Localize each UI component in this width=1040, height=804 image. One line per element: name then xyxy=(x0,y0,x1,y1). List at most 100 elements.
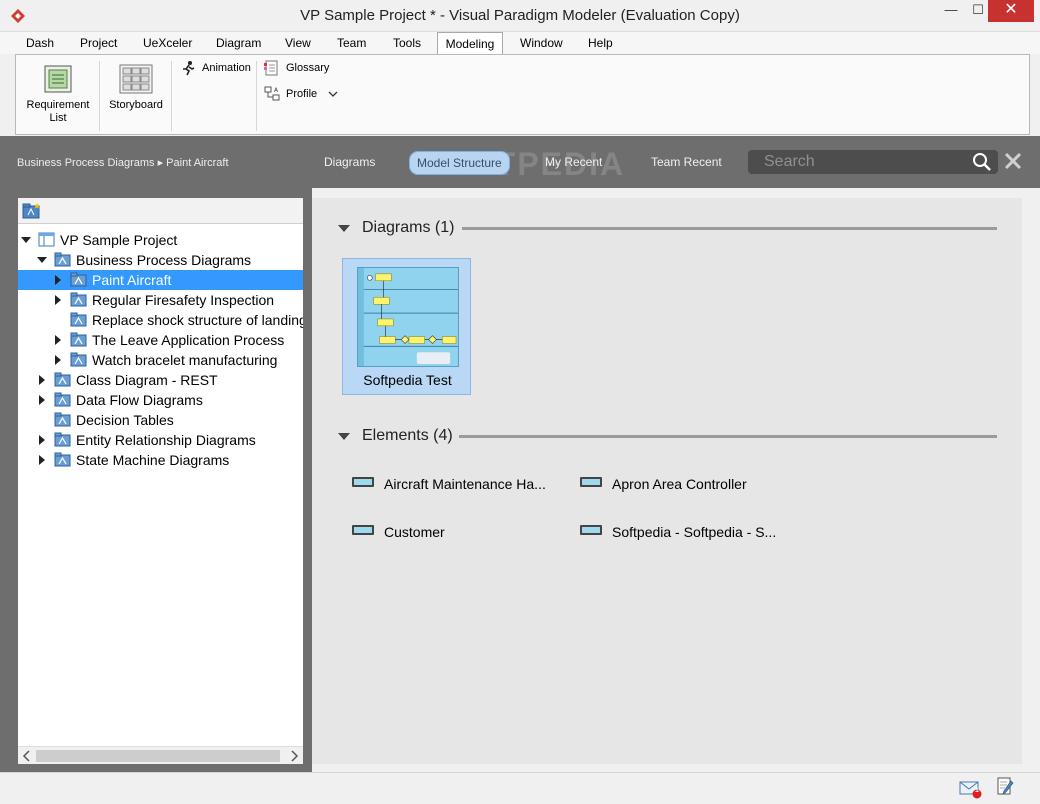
collapse-icon[interactable] xyxy=(338,225,350,232)
glossary-label: Glossary xyxy=(286,62,330,74)
profile-label: Profile xyxy=(286,88,318,100)
element-item[interactable]: Aircraft Maintenance Ha... xyxy=(352,474,546,494)
tree-item-label: Watch bracelet manufacturing xyxy=(92,352,278,368)
glossary-icon xyxy=(264,60,278,76)
new-folder-icon[interactable] xyxy=(22,202,42,220)
folder-diagram-icon xyxy=(54,452,71,467)
tree-item[interactable]: VP Sample Project xyxy=(18,230,303,250)
tree-item[interactable]: Entity Relationship Diagrams xyxy=(18,430,303,450)
notification-count: 1 xyxy=(975,787,979,794)
tab-diagrams[interactable]: Diagrams xyxy=(324,155,375,169)
collapse-icon[interactable] xyxy=(338,433,350,440)
collapsed-arrow-icon[interactable] xyxy=(55,295,61,305)
title-bar: VP Sample Project * - Visual Paradigm Mo… xyxy=(0,0,1040,32)
folder-diagram-icon xyxy=(70,352,87,367)
tree-item-label: Decision Tables xyxy=(76,412,174,428)
ribbon-tab-bar: Dash Project UeXceler Diagram View Team … xyxy=(0,32,1040,55)
scrollbar-thumb[interactable] xyxy=(36,750,280,762)
element-item[interactable]: Customer xyxy=(352,522,445,542)
elements-section-header[interactable]: Elements (4) xyxy=(338,427,453,445)
folder-diagram-icon xyxy=(70,292,87,307)
profile-icon: A xyxy=(264,86,280,101)
collapsed-arrow-icon[interactable] xyxy=(55,335,61,345)
tree-item-label: Replace shock structure of landing xyxy=(92,312,303,328)
tree-item-label: Paint Aircraft xyxy=(92,272,172,288)
tab-help[interactable]: Help xyxy=(584,32,617,54)
tab-diagram[interactable]: Diagram xyxy=(212,32,265,54)
edit-document-icon[interactable] xyxy=(996,777,1014,797)
tab-team-recent[interactable]: Team Recent xyxy=(651,155,722,169)
ribbon-divider xyxy=(99,61,100,131)
expanded-arrow-icon[interactable] xyxy=(37,257,47,263)
diagrams-section-header[interactable]: Diagrams (1) xyxy=(338,219,454,237)
collapsed-arrow-icon[interactable] xyxy=(39,435,45,445)
animation-button[interactable]: Animation xyxy=(180,59,251,77)
diagram-card[interactable]: Softpedia Test xyxy=(342,258,471,395)
collapsed-arrow-icon[interactable] xyxy=(39,375,45,385)
close-icon[interactable] xyxy=(1003,150,1023,172)
tab-dash[interactable]: Dash xyxy=(22,32,58,54)
tree-item[interactable]: State Machine Diagrams xyxy=(18,450,303,470)
tree-item[interactable]: Class Diagram - REST xyxy=(18,370,303,390)
expanded-arrow-icon[interactable] xyxy=(21,237,31,243)
tree-item[interactable]: Replace shock structure of landing xyxy=(18,310,303,330)
tree-item[interactable]: Watch bracelet manufacturing xyxy=(18,350,303,370)
glossary-button[interactable]: Glossary xyxy=(264,59,329,77)
model-structure-tree: VP Sample Project Business Process Diagra… xyxy=(18,224,303,746)
storyboard-label: Storyboard xyxy=(109,99,163,111)
breadcrumb[interactable]: Business Process Diagrams ▸ Paint Aircra… xyxy=(17,156,229,169)
element-shape-icon xyxy=(580,477,602,487)
tab-my-recent[interactable]: My Recent xyxy=(545,155,602,169)
tree-item[interactable]: Regular Firesafety Inspection xyxy=(18,290,303,310)
folder-diagram-icon xyxy=(54,412,71,427)
tab-project[interactable]: Project xyxy=(76,32,121,54)
element-label: Customer xyxy=(384,524,445,540)
diagram-card-label: Softpedia Test xyxy=(363,372,452,388)
tab-view[interactable]: View xyxy=(281,32,315,54)
window-title: VP Sample Project * - Visual Paradigm Mo… xyxy=(300,7,740,24)
close-window-button[interactable]: ✕ xyxy=(988,0,1034,22)
tree-item[interactable]: Decision Tables xyxy=(18,410,303,430)
tree-item-label: Business Process Diagrams xyxy=(76,252,252,268)
element-label: Aircraft Maintenance Ha... xyxy=(384,476,546,492)
tree-item-label: Entity Relationship Diagrams xyxy=(76,432,256,448)
animation-label: Animation xyxy=(202,62,251,74)
profile-button[interactable]: A Profile xyxy=(264,85,338,103)
folder-diagram-icon xyxy=(54,252,71,267)
collapsed-arrow-icon[interactable] xyxy=(39,395,45,405)
tab-model-structure[interactable]: Model Structure xyxy=(409,151,510,175)
tree-item-label: Data Flow Diagrams xyxy=(76,392,203,408)
tree-item[interactable]: The Leave Application Process xyxy=(18,330,303,350)
element-item[interactable]: Softpedia - Softpedia - S... xyxy=(580,522,776,542)
storyboard-icon xyxy=(119,64,153,94)
tree-toolbar xyxy=(18,198,303,224)
tab-modeling[interactable]: Modeling xyxy=(437,32,503,55)
collapsed-arrow-icon[interactable] xyxy=(55,355,61,365)
tree-item[interactable]: Paint Aircraft xyxy=(18,270,303,290)
requirement-list-button[interactable]: Requirement List xyxy=(22,61,94,125)
elements-section-title: Elements (4) xyxy=(362,427,453,444)
folder-diagram-icon xyxy=(54,392,71,407)
tab-tools[interactable]: Tools xyxy=(389,32,425,54)
tab-window[interactable]: Window xyxy=(516,32,567,54)
diagram-thumbnail xyxy=(357,267,459,367)
collapsed-arrow-icon[interactable] xyxy=(55,275,61,285)
tree-horizontal-scrollbar[interactable] xyxy=(18,746,303,764)
tree-item[interactable]: Data Flow Diagrams xyxy=(18,390,303,410)
chevron-down-icon[interactable] xyxy=(328,90,338,98)
search-icon[interactable] xyxy=(972,152,992,172)
project-icon xyxy=(38,232,55,247)
element-item[interactable]: Apron Area Controller xyxy=(580,474,747,494)
search-input[interactable] xyxy=(748,150,968,174)
tab-uexceler[interactable]: UeXceler xyxy=(139,32,196,54)
scroll-left-icon[interactable] xyxy=(22,750,32,762)
minimize-button[interactable]: — xyxy=(936,0,966,22)
scroll-right-icon[interactable] xyxy=(289,750,299,762)
collapsed-arrow-icon[interactable] xyxy=(39,455,45,465)
storyboard-button[interactable]: Storyboard xyxy=(104,61,168,112)
section-divider xyxy=(462,227,997,230)
tree-item-label: The Leave Application Process xyxy=(92,332,285,348)
tab-team[interactable]: Team xyxy=(333,32,370,54)
element-shape-icon xyxy=(580,525,602,535)
tree-item[interactable]: Business Process Diagrams xyxy=(18,250,303,270)
